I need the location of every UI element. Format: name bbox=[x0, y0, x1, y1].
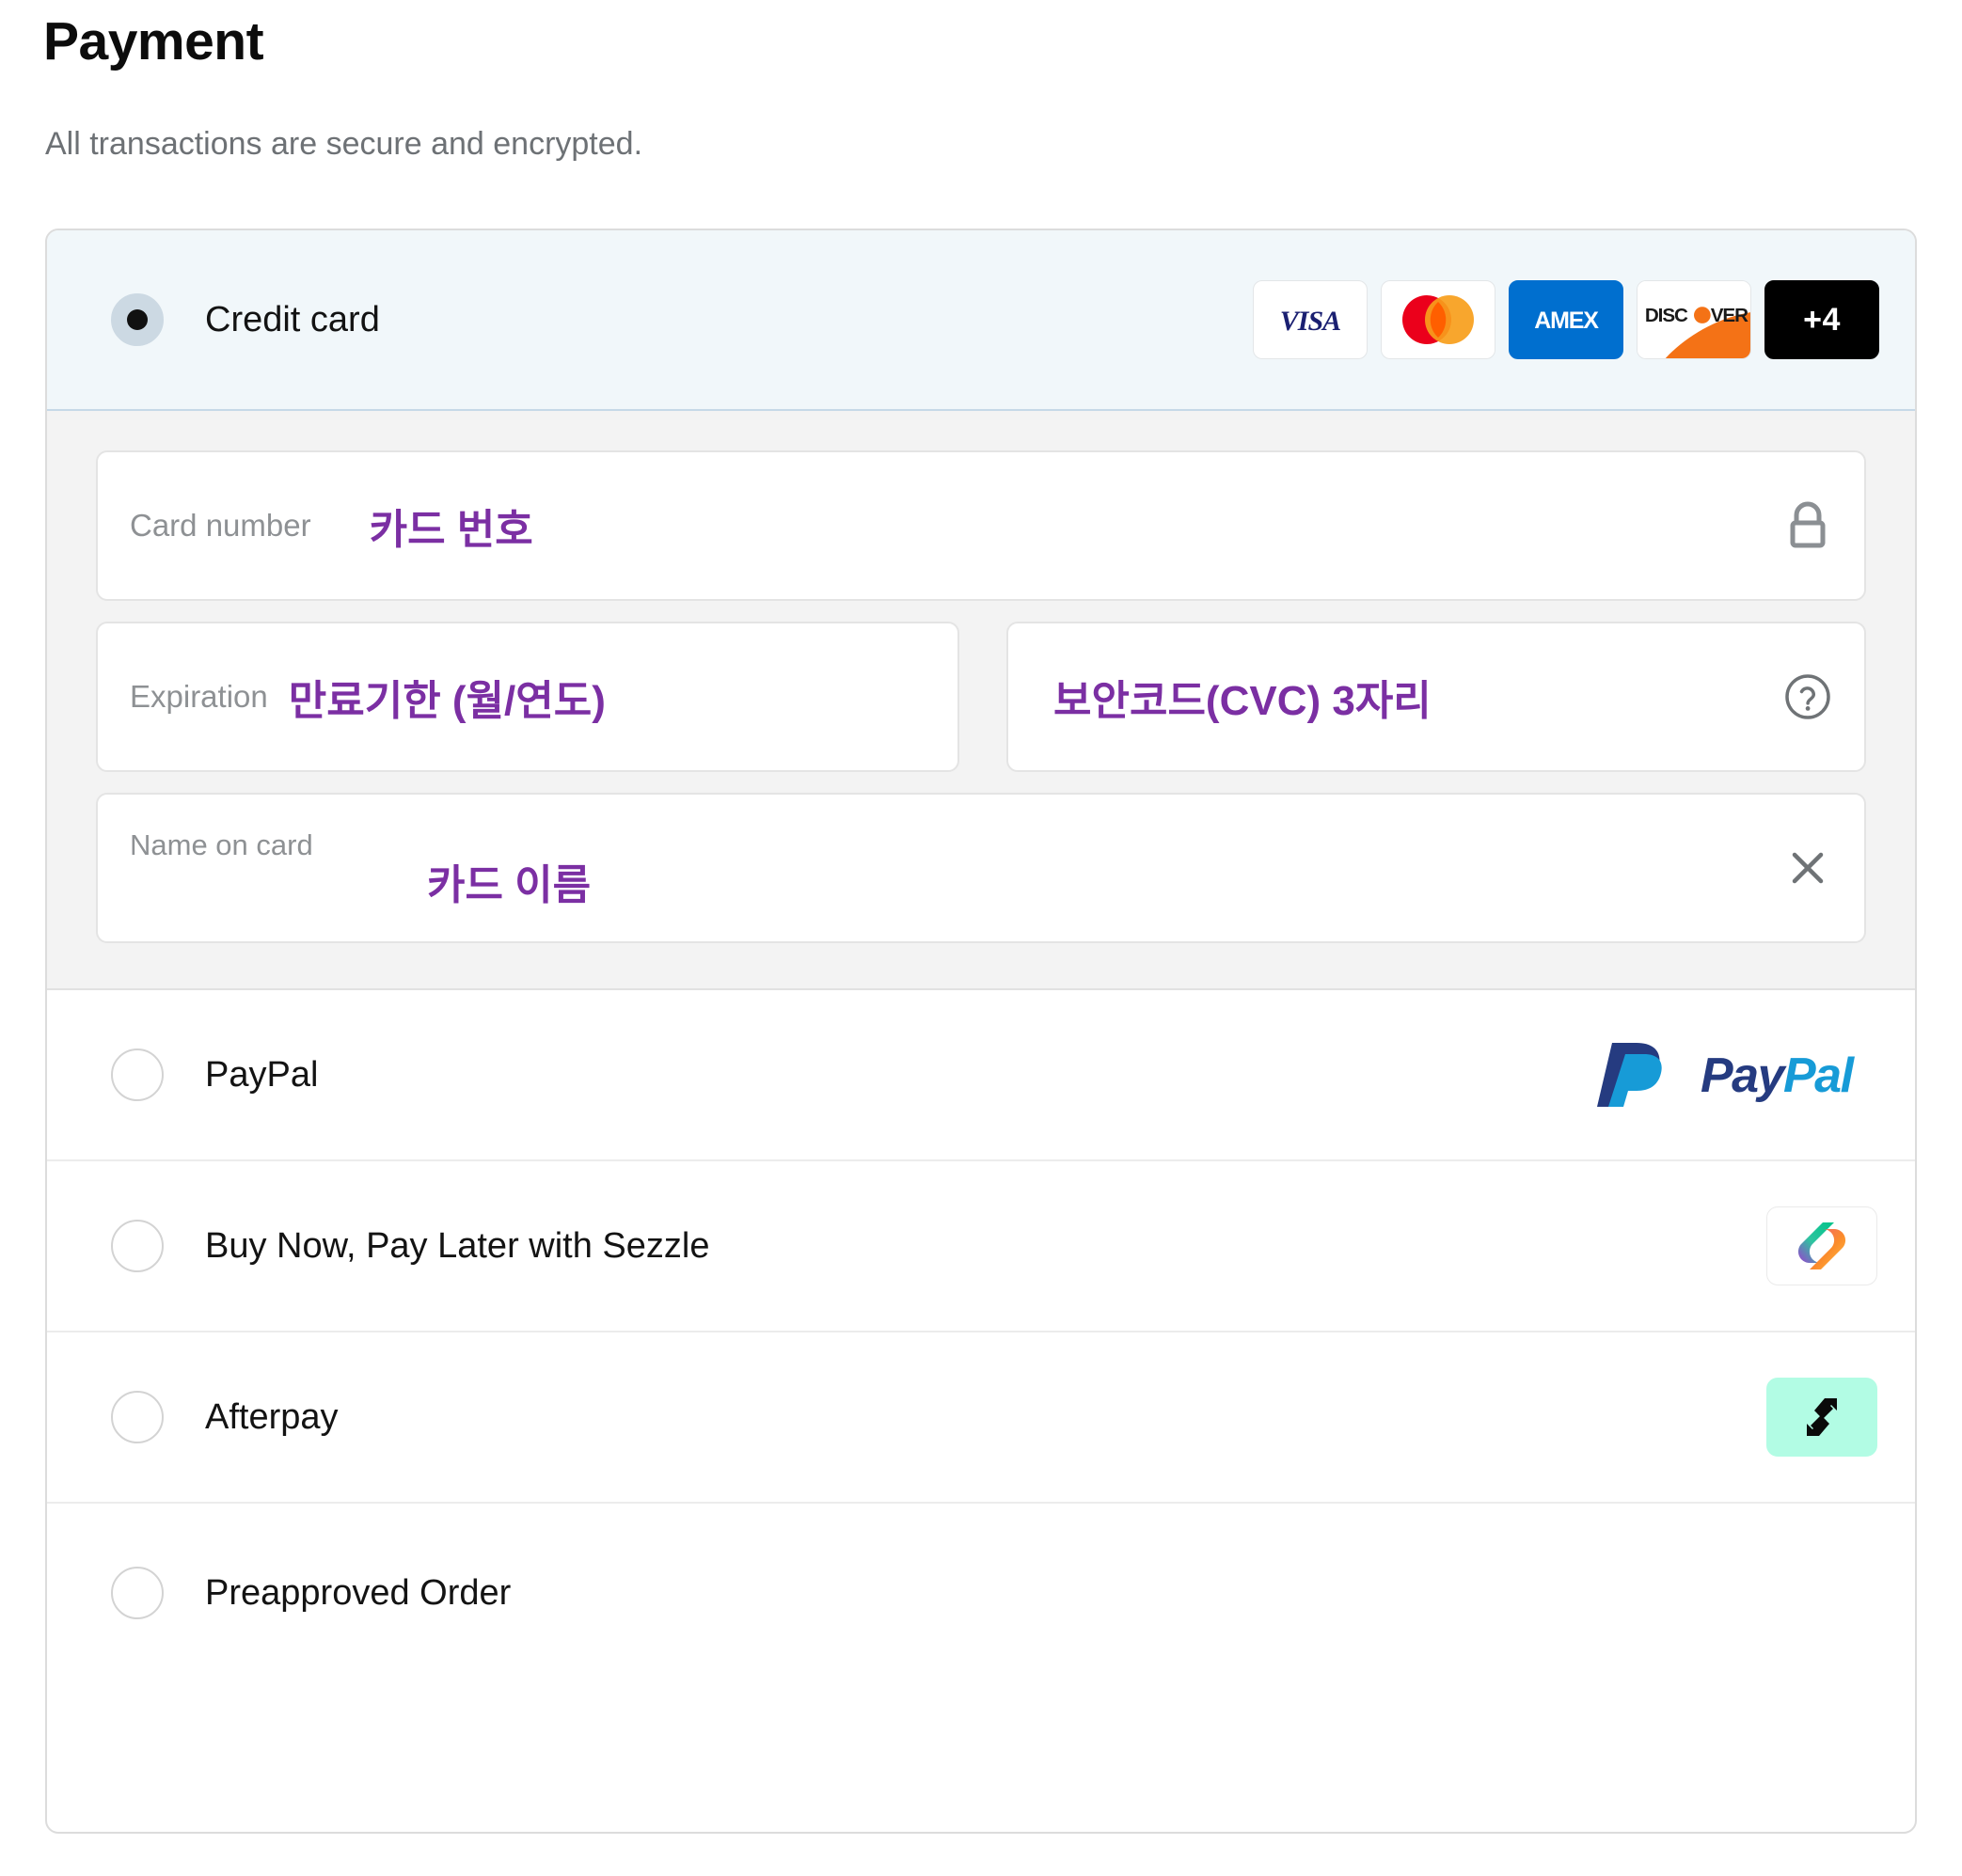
payment-option-paypal[interactable]: PayPal Pay Pal bbox=[47, 990, 1915, 1161]
name-on-card-annotation: 카드 이름 bbox=[427, 862, 592, 909]
afterpay-label: Afterpay bbox=[205, 1396, 339, 1437]
payment-methods-panel: Credit card VISA AMEX DISC VER +4 Card n… bbox=[45, 229, 1917, 1834]
security-code-field[interactable]: 보안코드(CVC) 3자리 bbox=[1006, 622, 1866, 772]
expiration-cvc-row: Expiration 만료기한 (월/연도) 보안코드(CVC) 3자리 bbox=[96, 622, 1866, 772]
name-on-card-placeholder: Name on card bbox=[130, 828, 313, 861]
payment-option-afterpay[interactable]: Afterpay bbox=[47, 1332, 1915, 1504]
payment-option-preapproved-order[interactable]: Preapproved Order bbox=[47, 1504, 1915, 1682]
radio-paypal[interactable] bbox=[111, 1048, 164, 1101]
svg-text:DISC: DISC bbox=[1645, 305, 1688, 326]
svg-text:Pal: Pal bbox=[1783, 1048, 1856, 1103]
page-title: Payment bbox=[43, 11, 264, 71]
visa-icon: VISA bbox=[1253, 280, 1368, 359]
svg-text:AMEX: AMEX bbox=[1534, 307, 1599, 334]
question-mark-icon[interactable] bbox=[1783, 672, 1832, 721]
radio-afterpay[interactable] bbox=[111, 1391, 164, 1443]
credit-card-label: Credit card bbox=[205, 299, 380, 339]
payment-page: Payment All transactions are secure and … bbox=[0, 0, 1962, 1876]
card-number-annotation: 카드 번호 bbox=[369, 507, 533, 553]
preapproved-order-label: Preapproved Order bbox=[205, 1572, 512, 1613]
svg-text:Pay: Pay bbox=[1701, 1048, 1788, 1103]
sezzle-logo-wrapper bbox=[1766, 1206, 1877, 1285]
more-cards-count: +4 bbox=[1803, 301, 1841, 338]
page-subtitle: All transactions are secure and encrypte… bbox=[45, 126, 643, 162]
radio-preapproved-order[interactable] bbox=[111, 1567, 164, 1619]
amex-icon: AMEX bbox=[1509, 280, 1623, 359]
paypal-label: PayPal bbox=[205, 1054, 319, 1095]
mastercard-icon bbox=[1381, 280, 1495, 359]
sezzle-logo bbox=[1766, 1206, 1877, 1285]
payment-option-credit-card[interactable]: Credit card VISA AMEX DISC VER +4 bbox=[47, 230, 1915, 411]
clear-x-icon[interactable] bbox=[1783, 843, 1832, 892]
sezzle-label: Buy Now, Pay Later with Sezzle bbox=[205, 1225, 710, 1266]
afterpay-logo bbox=[1766, 1378, 1877, 1457]
radio-sezzle[interactable] bbox=[111, 1220, 164, 1272]
payment-option-sezzle[interactable]: Buy Now, Pay Later with Sezzle bbox=[47, 1161, 1915, 1332]
expiration-placeholder: Expiration bbox=[130, 679, 268, 714]
credit-card-form: Card number 카드 번호 Expiration 만료기한 (월/연도) bbox=[47, 411, 1915, 990]
lock-icon bbox=[1783, 499, 1832, 552]
card-number-placeholder: Card number bbox=[130, 508, 311, 543]
discover-icon: DISC VER bbox=[1637, 280, 1751, 359]
paypal-logo: Pay Pal bbox=[1595, 1037, 1877, 1112]
name-on-card-field[interactable]: Name on card 카드 이름 bbox=[96, 793, 1866, 943]
radio-credit-card[interactable] bbox=[111, 293, 164, 346]
more-cards-badge[interactable]: +4 bbox=[1764, 280, 1879, 359]
card-number-field[interactable]: Card number 카드 번호 bbox=[96, 450, 1866, 601]
afterpay-logo-wrapper bbox=[1766, 1378, 1877, 1457]
expiration-field[interactable]: Expiration 만료기한 (월/연도) bbox=[96, 622, 959, 772]
expiration-annotation: 만료기한 (월/연도) bbox=[288, 678, 606, 724]
svg-text:VER: VER bbox=[1711, 305, 1748, 326]
security-code-annotation: 보안코드(CVC) 3자리 bbox=[1053, 678, 1432, 724]
card-brand-list: VISA AMEX DISC VER +4 bbox=[1253, 280, 1879, 359]
radio-dot-icon bbox=[127, 309, 148, 330]
svg-text:VISA: VISA bbox=[1280, 306, 1340, 337]
